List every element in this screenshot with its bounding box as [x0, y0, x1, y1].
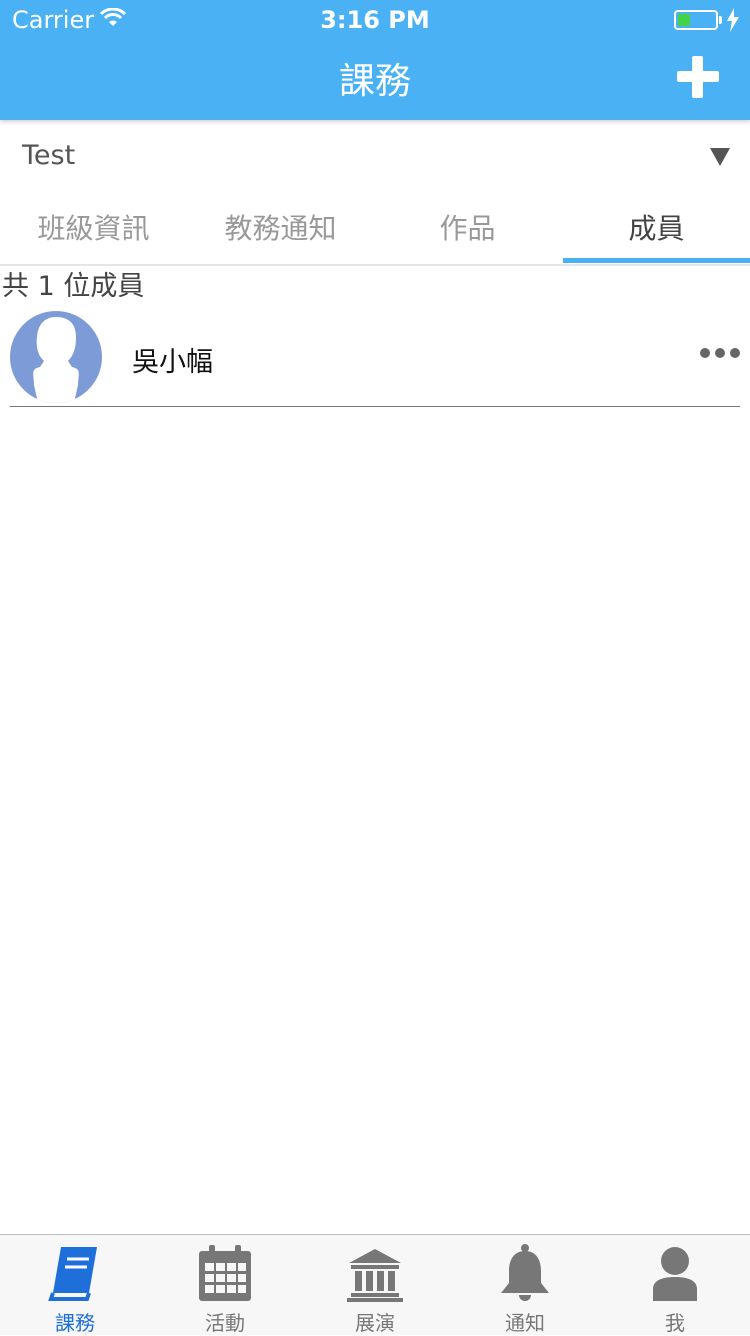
tabbar-label: 我 [665, 1311, 685, 1335]
list-item[interactable]: 吳小幅 [10, 308, 740, 407]
bell-icon [501, 1244, 549, 1301]
tab-members[interactable]: 成員 [563, 196, 750, 264]
tab-works[interactable]: 作品 [374, 196, 561, 264]
avatar [10, 311, 102, 403]
battery-icon [674, 10, 718, 30]
user-icon [653, 1247, 697, 1301]
tabbar-item-notifications[interactable]: 通知 [450, 1235, 600, 1335]
status-bar: Carrier 3:16 PM [0, 0, 750, 40]
tab-bar-top: 班級資訊 教務通知 作品 成員 [0, 196, 750, 266]
museum-icon [347, 1249, 403, 1302]
app-header: Carrier 3:16 PM 課務 [0, 0, 750, 120]
member-name: 吳小幅 [132, 347, 213, 378]
tabbar-label: 活動 [205, 1311, 245, 1335]
dropdown-arrow-icon[interactable] [710, 148, 730, 166]
tabbar-item-activities[interactable]: 活動 [150, 1235, 300, 1335]
more-options-icon[interactable] [700, 348, 740, 364]
plus-icon[interactable] [677, 56, 719, 98]
tabbar-item-performances[interactable]: 展演 [300, 1235, 450, 1335]
tabbar-item-me[interactable]: 我 [600, 1235, 750, 1335]
active-tab-indicator [563, 258, 750, 263]
bottom-tab-bar: 課務 活動 展演 通知 我 [0, 1234, 750, 1335]
class-selector-value: Test [22, 140, 76, 171]
calendar-icon [199, 1245, 251, 1301]
tabbar-label: 通知 [505, 1311, 545, 1335]
tabbar-label: 展演 [355, 1311, 395, 1335]
tab-class-info[interactable]: 班級資訊 [0, 196, 187, 264]
tabbar-label: 課務 [55, 1311, 95, 1335]
class-selector[interactable]: Test [0, 128, 750, 188]
member-count: 共 1 位成員 [2, 271, 145, 302]
clock: 3:16 PM [320, 6, 430, 34]
user-silhouette-icon [33, 317, 79, 403]
tab-academic-notices[interactable]: 教務通知 [187, 196, 374, 264]
page-title: 課務 [338, 61, 411, 102]
tabbar-item-courses[interactable]: 課務 [0, 1235, 150, 1335]
charging-icon [727, 8, 739, 32]
book-icon [48, 1247, 97, 1301]
battery-tip [719, 16, 722, 24]
